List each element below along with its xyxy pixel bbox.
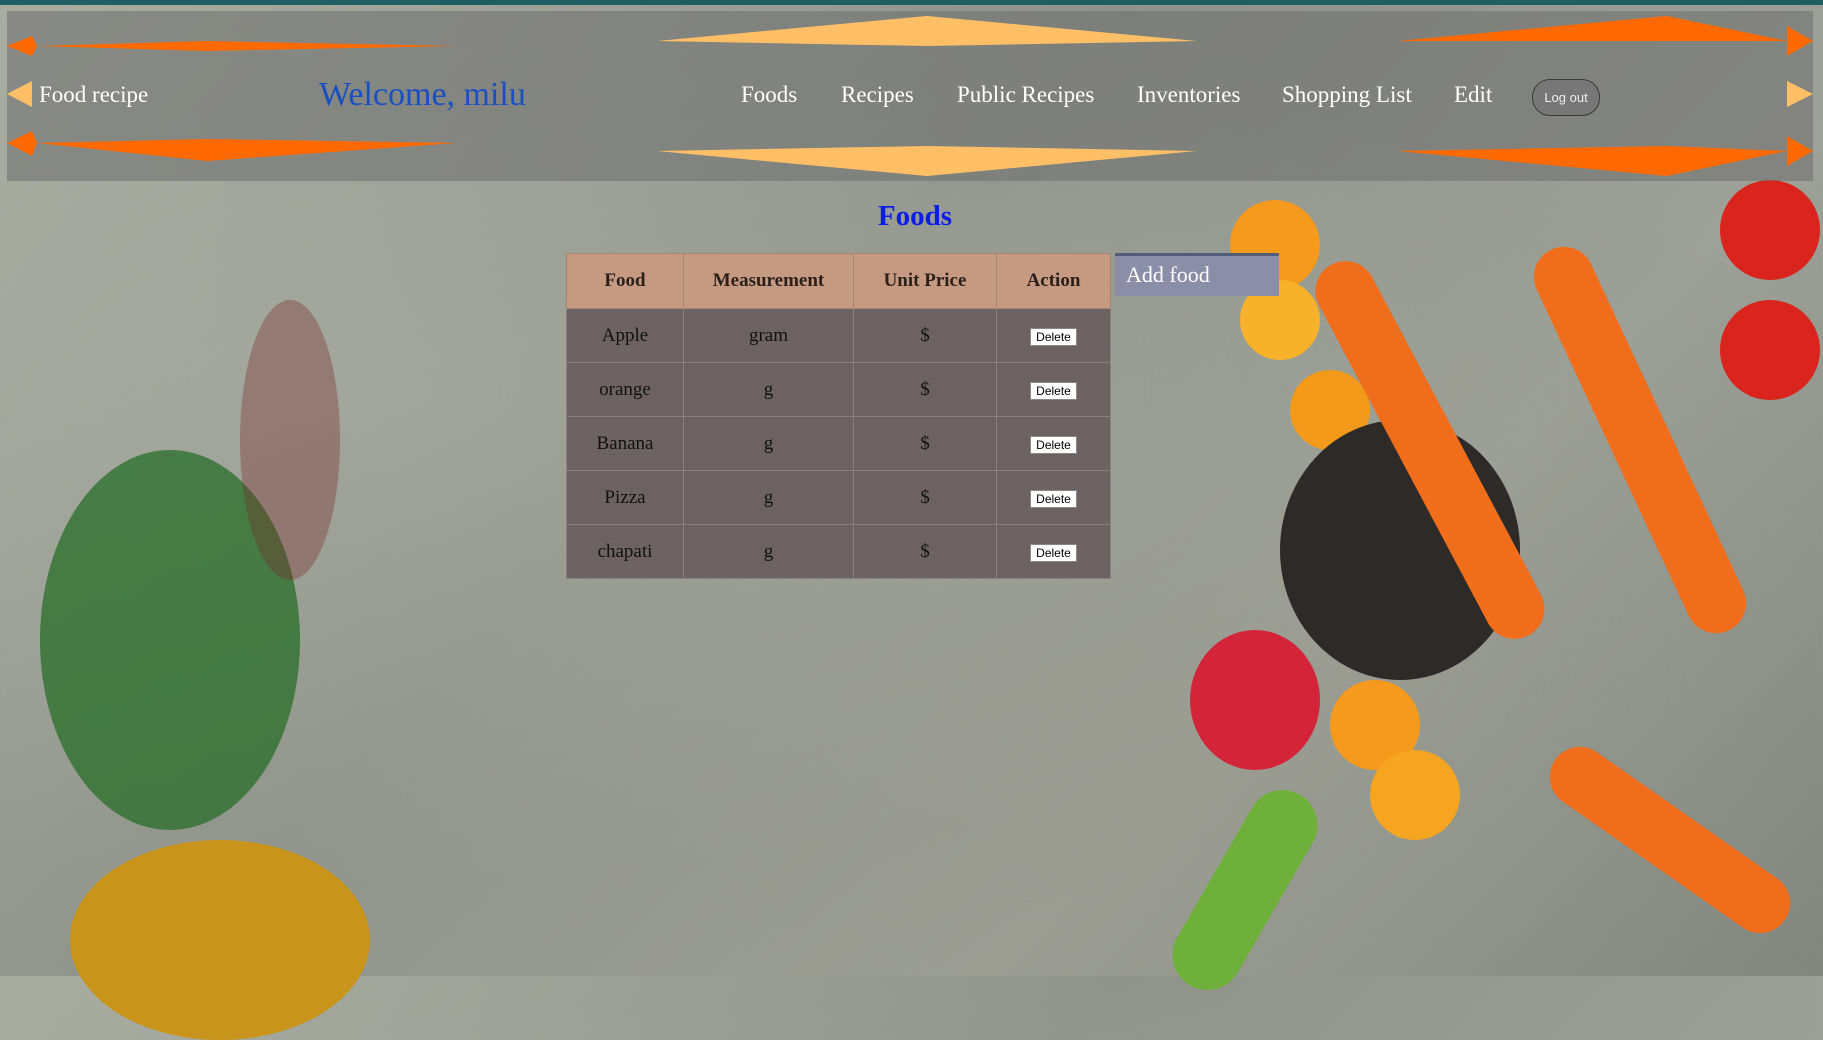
delete-button[interactable]: Delete: [1030, 381, 1077, 400]
nav-link-foods[interactable]: Foods: [741, 82, 797, 108]
table-row: Apple gram $ Delete: [566, 308, 1111, 363]
food-measurement: g: [683, 362, 854, 417]
action-cell: Delete: [996, 416, 1111, 471]
column-header-action: Action: [996, 253, 1111, 309]
delete-button[interactable]: Delete: [1030, 327, 1077, 346]
table-row: orange g $ Delete: [566, 362, 1111, 417]
action-cell: Delete: [996, 470, 1111, 525]
nav-link-recipes[interactable]: Recipes: [841, 82, 914, 108]
food-measurement: g: [683, 524, 854, 579]
food-name: Apple: [566, 308, 684, 363]
food-price: $: [853, 362, 997, 417]
add-food-button[interactable]: Add food: [1115, 253, 1279, 296]
delete-button[interactable]: Delete: [1030, 543, 1077, 562]
food-name: orange: [566, 362, 684, 417]
delete-button[interactable]: Delete: [1030, 435, 1077, 454]
welcome-text: Welcome, milu: [319, 76, 526, 113]
food-measurement: g: [683, 416, 854, 471]
nav-link-edit[interactable]: Edit: [1454, 82, 1492, 108]
column-header-food: Food: [566, 253, 684, 309]
food-name: chapati: [566, 524, 684, 579]
logout-button[interactable]: Log out: [1532, 79, 1600, 116]
nav-link-shopping-list[interactable]: Shopping List: [1282, 82, 1412, 108]
nav-link-inventories[interactable]: Inventories: [1137, 82, 1240, 108]
food-name: Pizza: [566, 470, 684, 525]
table-header-row: Food Measurement Unit Price Action: [566, 253, 1111, 309]
page-title: Foods: [877, 200, 953, 232]
action-cell: Delete: [996, 362, 1111, 417]
table-row: chapati g $ Delete: [566, 524, 1111, 579]
food-measurement: gram: [683, 308, 854, 363]
food-measurement: g: [683, 470, 854, 525]
foods-table: Food Measurement Unit Price Action Apple…: [566, 253, 1111, 579]
food-price: $: [853, 470, 997, 525]
food-price: $: [853, 416, 997, 471]
food-price: $: [853, 524, 997, 579]
food-price: $: [853, 308, 997, 363]
food-name: Banana: [566, 416, 684, 471]
table-row: Banana g $ Delete: [566, 416, 1111, 471]
column-header-measurement: Measurement: [683, 253, 854, 309]
top-accent-line: [0, 0, 1823, 5]
brand-link[interactable]: Food recipe: [39, 82, 148, 108]
action-cell: Delete: [996, 524, 1111, 579]
table-row: Pizza g $ Delete: [566, 470, 1111, 525]
action-cell: Delete: [996, 308, 1111, 363]
nav-link-public-recipes[interactable]: Public Recipes: [957, 82, 1094, 108]
column-header-unit-price: Unit Price: [853, 253, 997, 309]
delete-button[interactable]: Delete: [1030, 489, 1077, 508]
